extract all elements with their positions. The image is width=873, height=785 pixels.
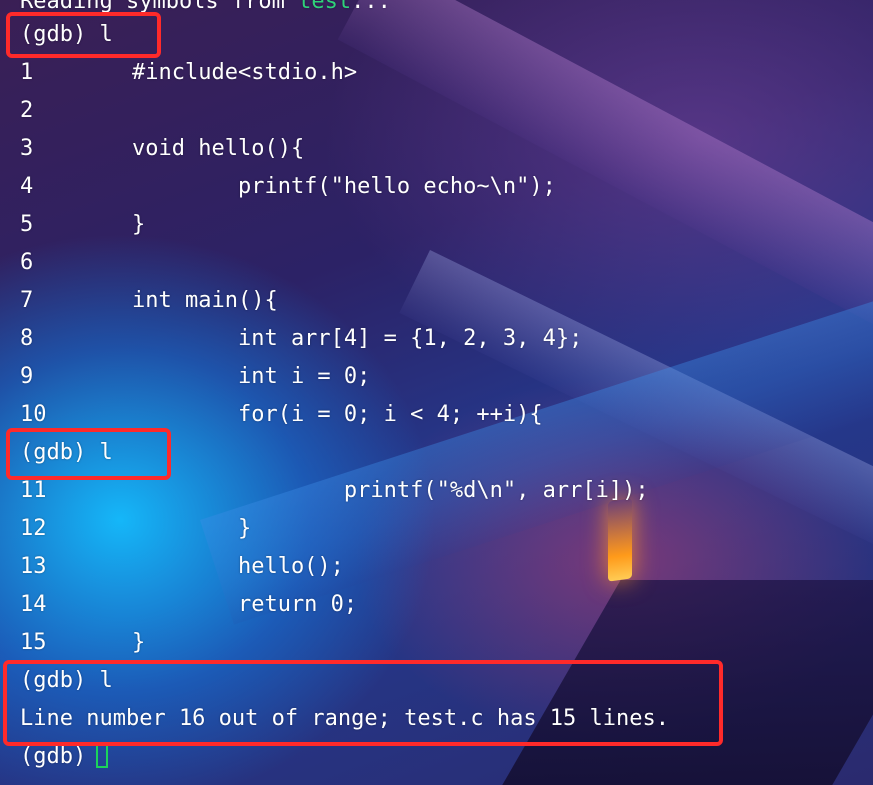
line-number: 5	[20, 212, 34, 237]
source-line: 6	[20, 248, 132, 278]
line-number: 7	[20, 288, 34, 313]
prompt-text: (gdb)	[20, 744, 87, 769]
source-line: 3 void hello(){	[20, 134, 304, 164]
source-code: return 0;	[132, 592, 358, 617]
highlight-box-out-of-range	[3, 660, 723, 746]
source-line: 1 #include<stdio.h>	[20, 58, 357, 88]
filename-text: test	[298, 0, 352, 14]
source-code: int arr[4] = {1, 2, 3, 4};	[132, 326, 583, 351]
highlight-box-prompt-1	[6, 12, 161, 58]
line-number: 9	[20, 364, 34, 389]
source-line: 14 return 0;	[20, 590, 357, 620]
source-code: }	[132, 516, 252, 541]
highlight-box-prompt-2	[6, 428, 171, 480]
line-number: 8	[20, 326, 34, 351]
source-code: int i = 0;	[132, 364, 371, 389]
source-code: printf("hello echo~\n");	[132, 174, 556, 199]
line-number: 13	[20, 554, 47, 579]
gdb-terminal[interactable]: Reading symbols from test... (gdb) l 1 #i…	[0, 0, 873, 785]
source-line: 2	[20, 96, 132, 126]
gdb-prompt-active[interactable]: (gdb)	[20, 742, 109, 772]
source-code: for(i = 0; i < 4; ++i){	[132, 402, 543, 427]
source-code: }	[132, 212, 146, 237]
source-line: 5}	[20, 210, 145, 240]
line-number: 3	[20, 136, 34, 161]
source-line: 7 int main(){	[20, 286, 278, 316]
source-line: 15}	[20, 628, 145, 658]
source-code: printf("%d\n", arr[i]);	[132, 478, 649, 503]
source-line: 13 hello();	[20, 552, 344, 582]
source-line: 10 for(i = 0; i < 4; ++i){	[20, 400, 543, 430]
source-code: #include<stdio.h>	[132, 60, 358, 85]
line-number: 11	[20, 478, 47, 503]
source-line: 4 printf("hello echo~\n");	[20, 172, 556, 202]
line-number: 10	[20, 402, 47, 427]
source-line: 8 int arr[4] = {1, 2, 3, 4};	[20, 324, 582, 354]
line-number: 4	[20, 174, 34, 199]
line-number: 14	[20, 592, 47, 617]
source-code: hello();	[132, 554, 344, 579]
ellipsis-text: ...	[351, 0, 391, 14]
source-code: void hello(){	[132, 136, 305, 161]
line-number: 2	[20, 98, 34, 123]
source-line: 11 printf("%d\n", arr[i]);	[20, 476, 649, 506]
line-number: 12	[20, 516, 47, 541]
source-line: 12 }	[20, 514, 251, 544]
source-line: 9 int i = 0;	[20, 362, 370, 392]
line-number: 15	[20, 630, 47, 655]
line-number: 1	[20, 60, 34, 85]
source-code: }	[132, 630, 146, 655]
source-code: int main(){	[132, 288, 278, 313]
line-number: 6	[20, 250, 34, 275]
